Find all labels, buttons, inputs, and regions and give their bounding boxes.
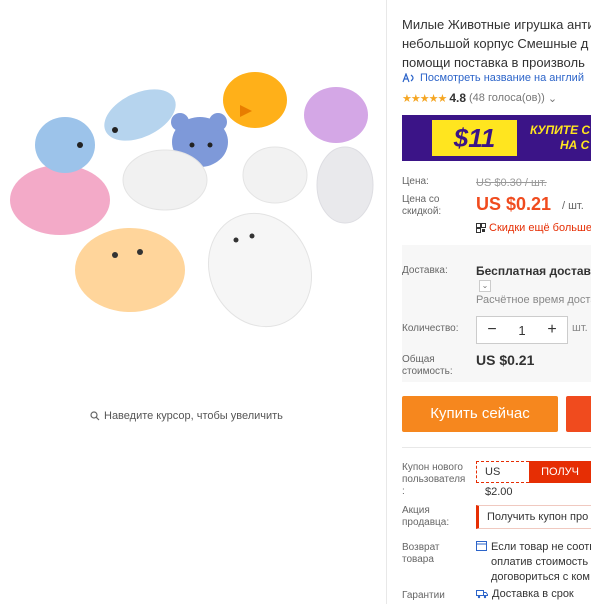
quantity-label: Количество: <box>402 323 459 334</box>
toy-orange-chick <box>223 72 287 128</box>
promo-banner[interactable]: $11 КУПИТЕ С НА С <box>402 115 591 161</box>
rating-value: 4.8 <box>449 91 466 105</box>
chevron-down-icon[interactable]: ⌄ <box>479 280 491 292</box>
qr-code-icon <box>476 223 486 233</box>
delivery-estimate: Расчётное время доста <box>476 294 591 306</box>
total-value: US $0.21 <box>476 352 535 368</box>
discount-price-label: Цена со скидкой: <box>402 194 442 217</box>
seller-promo-label: Акция продавца: <box>402 505 450 528</box>
translate-icon <box>402 73 414 83</box>
return-policy-icon <box>476 541 487 551</box>
toy-pink-elephant <box>10 165 110 235</box>
new-user-coupon[interactable]: US $2.00 ПОЛУЧ <box>476 461 591 498</box>
price-unit: / шт. <box>562 200 584 212</box>
coupon-get-button[interactable]: ПОЛУЧ <box>529 461 591 483</box>
divider <box>386 0 387 604</box>
add-to-cart-button[interactable] <box>566 396 591 432</box>
product-info-panel: Милые Животные игрушка анти небольшой ко… <box>402 0 591 604</box>
rating[interactable]: ★★★★★ 4.8 (48 голоса(ов)) ⌄ <box>402 91 557 105</box>
coupon-label: Купон нового пользователя : <box>402 462 466 497</box>
toy-peach-cat <box>75 228 185 312</box>
quantity-input[interactable]: 1 <box>507 323 537 338</box>
zoom-hint: Наведите курсор, чтобы увеличить <box>90 410 283 422</box>
star-rating-icon: ★★★★★ <box>402 92 447 105</box>
more-discounts-link[interactable]: Скидки ещё больше <box>476 222 591 234</box>
toy-blue-seal <box>104 89 176 141</box>
delivery-label: Доставка: <box>402 265 448 276</box>
delivery-value[interactable]: Бесплатная доставка <box>476 264 591 278</box>
old-price: US $0.30 / шт. <box>476 177 547 189</box>
toy-blue-bird <box>35 117 95 173</box>
guarantee-label: Гарантии <box>402 590 445 601</box>
total-label: Общая стоимость: <box>402 354 453 377</box>
get-coupon-button[interactable]: Получить купон про <box>476 505 591 529</box>
rating-count[interactable]: (48 голоса(ов)) <box>469 92 545 104</box>
quantity-unit: шт. <box>572 322 588 334</box>
toy-purple-pig <box>304 87 368 143</box>
price-label: Цена: <box>402 176 429 187</box>
quantity-plus-button[interactable]: + <box>537 321 567 339</box>
toy-white-rabbit <box>242 146 308 204</box>
guarantee-info: Доставка в срок <box>476 588 574 600</box>
divider <box>402 447 591 448</box>
buy-now-button[interactable]: Купить сейчас <box>402 396 558 432</box>
search-icon <box>90 411 100 421</box>
coupon-amount: US $2.00 <box>476 461 530 498</box>
banner-text: КУПИТЕ С НА С <box>530 123 591 152</box>
zoom-hint-text: Наведите курсор, чтобы увеличить <box>104 410 283 422</box>
toy-white-mouse <box>122 149 208 211</box>
current-price: US $0.21 <box>476 194 552 214</box>
product-image[interactable] <box>0 60 380 390</box>
product-gallery: Наведите курсор, чтобы увеличить <box>0 0 386 604</box>
delivery-truck-icon <box>476 590 488 599</box>
chevron-down-icon[interactable]: ⌄ <box>548 92 557 105</box>
banner-amount: $11 <box>432 120 517 156</box>
toy-white-cat <box>207 212 313 328</box>
quantity-minus-button[interactable]: − <box>477 321 507 339</box>
toy-white-hippo <box>316 146 374 224</box>
translate-title-link[interactable]: Посмотреть название на англий <box>402 72 584 84</box>
quantity-stepper: − 1 + <box>476 316 568 344</box>
returns-info: Если товар не соотв оплатив стоимость до… <box>476 540 591 585</box>
returns-label: Возврат товара <box>402 542 440 565</box>
product-title: Милые Животные игрушка анти небольшой ко… <box>402 17 591 70</box>
